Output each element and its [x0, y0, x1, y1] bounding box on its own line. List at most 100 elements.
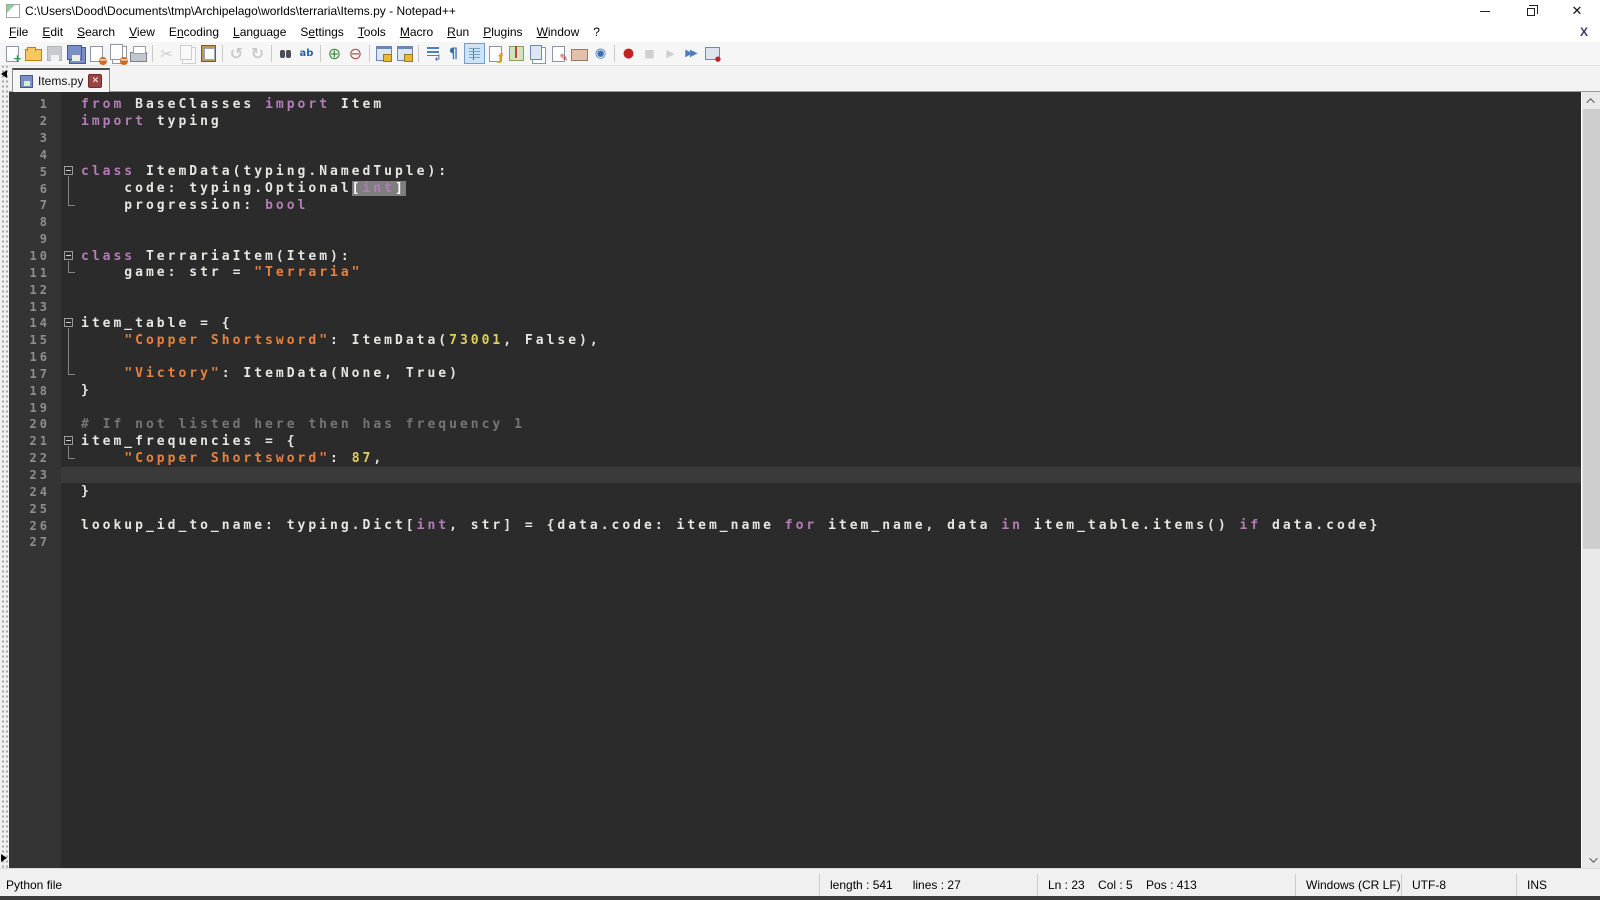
status-insert-mode[interactable]: INS [1516, 874, 1600, 896]
line-number[interactable]: 17 [9, 367, 61, 381]
close-file-icon[interactable] [86, 43, 107, 64]
menu-language[interactable]: Language [226, 23, 293, 41]
fold-margin[interactable] [61, 332, 81, 349]
macro-save-icon[interactable] [702, 43, 723, 64]
menu-macro[interactable]: Macro [393, 23, 440, 41]
vertical-scrollbar[interactable] [1581, 92, 1600, 868]
menu-window[interactable]: Window [530, 23, 587, 41]
macro-stop-icon[interactable] [639, 43, 660, 64]
code-text[interactable] [81, 500, 1581, 517]
fold-margin[interactable] [61, 450, 81, 467]
menu-plugins[interactable]: Plugins [476, 23, 529, 41]
save-all-icon[interactable] [65, 43, 86, 64]
code-text[interactable]: class ItemData(typing.NamedTuple): [81, 163, 1581, 180]
menu-tools[interactable]: Tools [351, 23, 393, 41]
close-document-button[interactable]: X [1580, 25, 1588, 39]
code-text[interactable]: progression: bool [81, 197, 1581, 214]
code-text[interactable]: "Copper Shortsword": 87, [81, 450, 1581, 467]
copy-icon[interactable] [177, 43, 198, 64]
macro-run-multiple-icon[interactable] [681, 43, 702, 64]
line-number[interactable]: 10 [9, 249, 61, 263]
line-number[interactable]: 13 [9, 300, 61, 314]
code-text[interactable] [81, 231, 1581, 248]
fold-margin[interactable] [61, 366, 81, 383]
menu-help[interactable]: ? [586, 23, 607, 41]
line-number[interactable]: 18 [9, 384, 61, 398]
line-number[interactable]: 2 [9, 114, 61, 128]
macro-playback-icon[interactable] [660, 43, 681, 64]
open-file-icon[interactable] [23, 43, 44, 64]
document-list-icon[interactable] [527, 43, 548, 64]
code-text[interactable]: } [81, 382, 1581, 399]
fold-margin[interactable] [61, 315, 81, 332]
minimize-button[interactable] [1462, 0, 1508, 22]
menu-file[interactable]: File [2, 23, 35, 41]
show-indent-guide-icon[interactable] [464, 43, 485, 64]
fold-margin[interactable] [61, 264, 81, 281]
sync-horizontal-scrolling-icon[interactable] [394, 43, 415, 64]
folder-as-workspace-icon[interactable] [569, 43, 590, 64]
code-text[interactable] [81, 214, 1581, 231]
find-icon[interactable] [275, 43, 296, 64]
code-text[interactable] [81, 130, 1581, 147]
fold-margin[interactable] [61, 163, 81, 180]
print-icon[interactable] [128, 43, 149, 64]
code-text[interactable]: from BaseClasses import Item [81, 96, 1581, 113]
menu-view[interactable]: View [122, 23, 162, 41]
sync-vertical-scrolling-icon[interactable] [373, 43, 394, 64]
status-eol-format[interactable]: Windows (CR LF) [1295, 874, 1401, 896]
line-number[interactable]: 11 [9, 266, 61, 280]
code-text[interactable]: import typing [81, 113, 1581, 130]
scrollbar-thumb[interactable] [1583, 109, 1600, 549]
expand-right-arrow-icon[interactable] [1, 854, 7, 862]
line-number[interactable]: 5 [9, 165, 61, 179]
code-text[interactable]: } [81, 483, 1581, 500]
line-number[interactable]: 7 [9, 198, 61, 212]
line-number[interactable]: 19 [9, 401, 61, 415]
paste-icon[interactable] [198, 43, 219, 64]
code-text[interactable]: item_table = { [81, 315, 1581, 332]
code-text[interactable] [81, 399, 1581, 416]
code-text[interactable]: # If not listed here then has frequency … [81, 416, 1581, 433]
line-number[interactable]: 14 [9, 316, 61, 330]
macro-record-icon[interactable] [618, 43, 639, 64]
line-number[interactable]: 9 [9, 232, 61, 246]
line-number[interactable]: 24 [9, 485, 61, 499]
line-number[interactable]: 15 [9, 333, 61, 347]
code-text[interactable] [81, 467, 1581, 484]
menu-run[interactable]: Run [440, 23, 476, 41]
tab-close-icon[interactable]: ✕ [88, 74, 102, 88]
fold-collapse-icon[interactable] [64, 251, 73, 260]
status-encoding[interactable]: UTF-8 [1401, 874, 1516, 896]
tab-items-py[interactable]: Items.py ✕ [12, 68, 110, 92]
cut-icon[interactable] [156, 43, 177, 64]
line-number[interactable]: 3 [9, 131, 61, 145]
undo-icon[interactable] [226, 43, 247, 64]
menu-search[interactable]: Search [70, 23, 122, 41]
line-number[interactable]: 12 [9, 283, 61, 297]
line-number[interactable]: 23 [9, 468, 61, 482]
zoom-out-icon[interactable] [345, 43, 366, 64]
scroll-up-icon[interactable] [1582, 92, 1600, 109]
code-text[interactable]: "Copper Shortsword": ItemData(73001, Fal… [81, 332, 1581, 349]
line-number[interactable]: 1 [9, 97, 61, 111]
code-text[interactable]: lookup_id_to_name: typing.Dict[int, str]… [81, 517, 1581, 534]
line-number[interactable]: 25 [9, 502, 61, 516]
menu-encoding[interactable]: Encoding [162, 23, 226, 41]
function-list-icon[interactable] [485, 43, 506, 64]
monitoring-icon[interactable] [590, 43, 611, 64]
fold-margin[interactable] [61, 197, 81, 214]
restore-button[interactable] [1508, 0, 1554, 22]
code-text[interactable]: code: typing.Optional[int] [81, 180, 1581, 197]
line-number[interactable]: 26 [9, 519, 61, 533]
close-all-icon[interactable] [107, 43, 128, 64]
show-all-characters-icon[interactable] [443, 43, 464, 64]
fold-margin[interactable] [61, 433, 81, 450]
code-text[interactable]: item_frequencies = { [81, 433, 1581, 450]
save-file-icon[interactable] [44, 43, 65, 64]
zoom-in-icon[interactable] [324, 43, 345, 64]
fold-margin[interactable] [61, 180, 81, 197]
line-number[interactable]: 8 [9, 215, 61, 229]
line-number[interactable]: 6 [9, 182, 61, 196]
document-map-icon[interactable] [506, 43, 527, 64]
